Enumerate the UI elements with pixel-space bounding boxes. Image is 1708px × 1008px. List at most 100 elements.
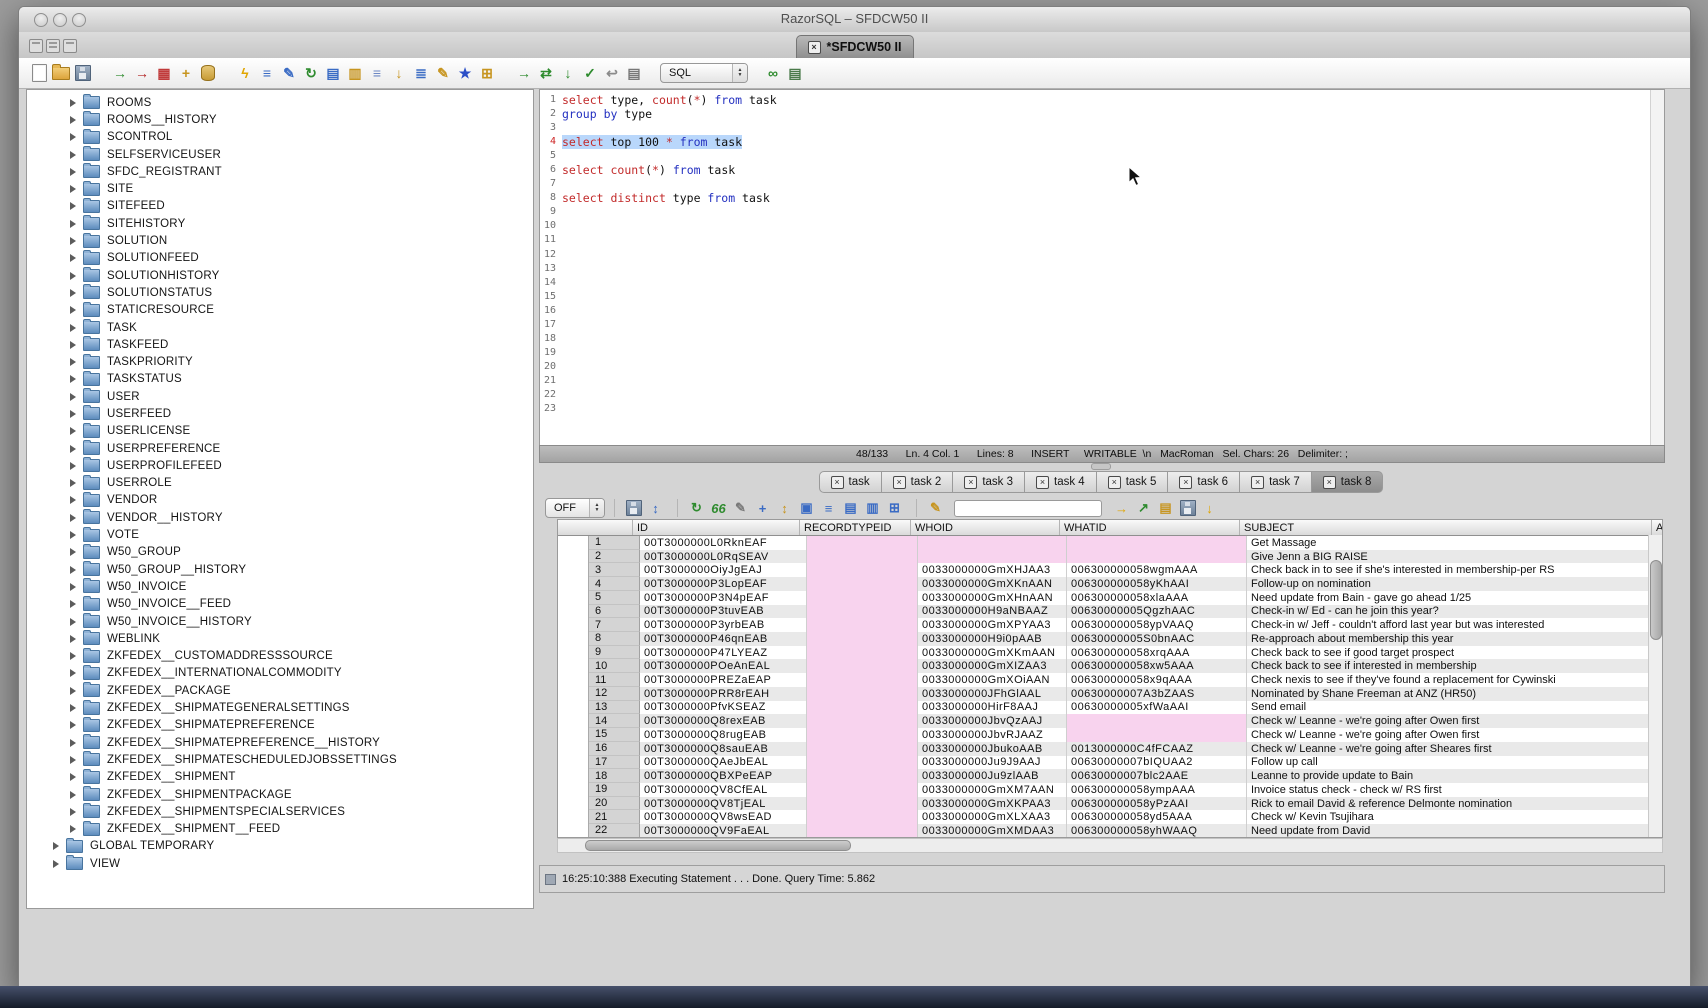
- edit-cell-icon[interactable]: ✎: [731, 499, 750, 518]
- editor-line[interactable]: 9: [540, 205, 1664, 219]
- tree-item[interactable]: W50_GROUP: [27, 544, 533, 561]
- notes-icon[interactable]: ▤: [1156, 499, 1175, 518]
- disclosure-triangle-icon[interactable]: [70, 808, 76, 816]
- result-tab-close-icon[interactable]: ×: [1251, 476, 1264, 489]
- disclosure-triangle-icon[interactable]: [70, 531, 76, 539]
- result-tab[interactable]: ×task 8: [1312, 471, 1384, 493]
- disclosure-triangle-icon[interactable]: [70, 306, 76, 314]
- disclosure-triangle-icon[interactable]: [70, 566, 76, 574]
- tree-item[interactable]: SELFSERVICEUSER: [27, 146, 533, 163]
- download-arrow-icon[interactable]: ↓: [1200, 499, 1219, 518]
- editor-line[interactable]: 6select count(*) from task: [540, 163, 1664, 177]
- tree-item[interactable]: VENDOR__HISTORY: [27, 509, 533, 526]
- disclosure-triangle-icon[interactable]: [70, 721, 76, 729]
- result-tab-close-icon[interactable]: ×: [1179, 476, 1192, 489]
- export-table-icon[interactable]: ⊞: [477, 63, 497, 83]
- tree-item[interactable]: SCONTROL: [27, 129, 533, 146]
- tree-item[interactable]: ROOMS: [27, 94, 533, 111]
- column-header-ac[interactable]: AC: [1652, 520, 1662, 535]
- column-header-whatid[interactable]: WHATID: [1060, 520, 1240, 535]
- tree-item[interactable]: ROOMS__HISTORY: [27, 111, 533, 128]
- combo-stepper-icon[interactable]: ▲▼: [732, 64, 747, 82]
- result-tab[interactable]: ×task: [819, 471, 882, 493]
- editor-line[interactable]: 3: [540, 121, 1664, 135]
- results-hscroll-thumb[interactable]: [585, 840, 851, 851]
- disclosure-triangle-icon[interactable]: [70, 669, 76, 677]
- result-tab[interactable]: ×task 7: [1240, 471, 1312, 493]
- table-row[interactable]: 1800T3000000QBXPeEAP0033000000Ju9zlAAB00…: [558, 769, 1662, 783]
- edit-sql-icon[interactable]: ✎: [279, 63, 299, 83]
- tree-item[interactable]: TASKSTATUS: [27, 371, 533, 388]
- copy-table-icon[interactable]: ▦: [154, 63, 174, 83]
- table-row[interactable]: 900T3000000P47LYEAZ0033000000GmXKmAAN006…: [558, 646, 1662, 660]
- tree-item[interactable]: W50_INVOICE: [27, 578, 533, 595]
- highlight-pen-icon[interactable]: ✎: [926, 499, 945, 518]
- table-row[interactable]: 2100T3000000QV8wsEAD0033000000GmXLXAA300…: [558, 810, 1662, 824]
- editor-line[interactable]: 15: [540, 290, 1664, 304]
- results-horizontal-scrollbar[interactable]: [557, 838, 1663, 853]
- tree-item[interactable]: ZKFEDEX__SHIPMENTSPECIALSERVICES: [27, 803, 533, 820]
- editor-line[interactable]: 23: [540, 402, 1664, 416]
- disclosure-triangle-icon[interactable]: [70, 445, 76, 453]
- disconnect-icon[interactable]: →: [132, 63, 152, 83]
- disclosure-triangle-icon[interactable]: [70, 773, 76, 781]
- table-row[interactable]: 1700T3000000QAeJbEAL0033000000Ju9J9AAJ00…: [558, 756, 1662, 770]
- tree-item[interactable]: ZKFEDEX__SHIPMATESCHEDULEDJOBSSETTINGS: [27, 751, 533, 768]
- table-row[interactable]: 200T3000000L0RqSEAVGive Jenn a BIG RAISE…: [558, 550, 1662, 564]
- result-tab-close-icon[interactable]: ×: [1323, 476, 1336, 489]
- table-row[interactable]: 1400T3000000Q8rexEAB0033000000JbvQzAAJCh…: [558, 714, 1662, 728]
- save-icon[interactable]: [73, 63, 93, 83]
- result-tab[interactable]: ×task 2: [882, 471, 954, 493]
- title-bar[interactable]: RazorSQL – SFDCW50 II: [19, 7, 1690, 33]
- disclosure-triangle-icon[interactable]: [70, 237, 76, 245]
- tree-item[interactable]: USERPREFERENCE: [27, 440, 533, 457]
- table-row[interactable]: 600T3000000P3tuvEAB0033000000H9aNBAAZ006…: [558, 605, 1662, 619]
- tree-item[interactable]: ZKFEDEX__PACKAGE: [27, 682, 533, 699]
- disclosure-triangle-icon[interactable]: [70, 393, 76, 401]
- editor-line[interactable]: 21: [540, 374, 1664, 388]
- tree-item[interactable]: VOTE: [27, 526, 533, 543]
- disclosure-triangle-icon[interactable]: [70, 739, 76, 747]
- editor-line[interactable]: 4select top 100 * from task: [540, 135, 1664, 149]
- table-row[interactable]: 800T3000000P46qnEAB0033000000H9i0pAAB006…: [558, 632, 1662, 646]
- new-file-icon[interactable]: [29, 63, 49, 83]
- connect-icon[interactable]: →: [110, 63, 130, 83]
- tree-item[interactable]: USER: [27, 388, 533, 405]
- tree-item[interactable]: W50_GROUP__HISTORY: [27, 561, 533, 578]
- tree-item[interactable]: USERFEED: [27, 405, 533, 422]
- refresh-results-icon[interactable]: ↻: [687, 499, 706, 518]
- tree-item[interactable]: USERPROFILEFEED: [27, 457, 533, 474]
- result-tab-close-icon[interactable]: ×: [964, 476, 977, 489]
- open-file-icon[interactable]: [51, 63, 71, 83]
- favorites-star-icon[interactable]: ★: [455, 63, 475, 83]
- column-header-subject[interactable]: SUBJECT: [1240, 520, 1652, 535]
- tree-item[interactable]: TASK: [27, 319, 533, 336]
- result-tab[interactable]: ×task 6: [1168, 471, 1240, 493]
- disclosure-triangle-icon[interactable]: [70, 652, 76, 660]
- table-row[interactable]: 1600T3000000Q8sauEAB0033000000JbukoAAB00…: [558, 742, 1662, 756]
- refresh-icon[interactable]: ↻: [301, 63, 321, 83]
- editor-line[interactable]: 22: [540, 388, 1664, 402]
- disclosure-triangle-icon[interactable]: [70, 168, 76, 176]
- splitter-grip[interactable]: [1091, 463, 1111, 470]
- results-window-icon[interactable]: ▤: [785, 63, 805, 83]
- disclosure-triangle-icon[interactable]: [70, 324, 76, 332]
- table-row[interactable]: 1100T3000000PREZaEAP0033000000GmXOiAAN00…: [558, 673, 1662, 687]
- result-tab[interactable]: ×task 5: [1097, 471, 1169, 493]
- disclosure-triangle-icon[interactable]: [70, 289, 76, 297]
- editor-line[interactable]: 17: [540, 318, 1664, 332]
- tree-item[interactable]: ZKFEDEX__CUSTOMADDRESSSOURCE: [27, 648, 533, 665]
- document-tab[interactable]: × *SFDCW50 II: [795, 35, 913, 58]
- results-search-input[interactable]: [954, 500, 1102, 517]
- explain-plan-icon[interactable]: ≡: [257, 63, 277, 83]
- bookmarks-icon[interactable]: ▥: [345, 63, 365, 83]
- tree-item[interactable]: USERROLE: [27, 475, 533, 492]
- sql-editor[interactable]: 1select type, count(*) from task2group b…: [539, 89, 1665, 447]
- database-tool-icon[interactable]: [198, 63, 218, 83]
- editor-line[interactable]: 16: [540, 304, 1664, 318]
- table-row[interactable]: 100T3000000L0RknEAFGet Massage200: [558, 536, 1662, 550]
- editor-line[interactable]: 7: [540, 177, 1664, 191]
- tree-item[interactable]: VENDOR: [27, 492, 533, 509]
- result-tab-close-icon[interactable]: ×: [1036, 476, 1049, 489]
- disclosure-triangle-icon[interactable]: [70, 514, 76, 522]
